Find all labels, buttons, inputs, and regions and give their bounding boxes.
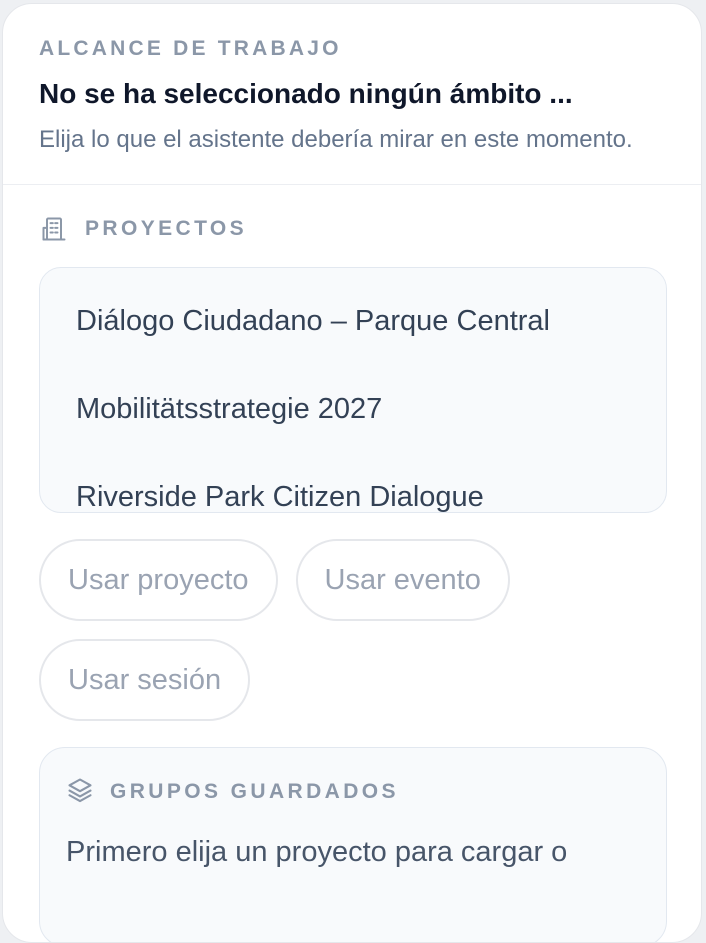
- project-item[interactable]: Mobilitätsstrategie 2027: [76, 391, 382, 427]
- use-session-button[interactable]: Usar sesión: [39, 639, 251, 721]
- scope-actions: Usar proyecto Usar evento Usar sesión: [39, 539, 679, 721]
- projects-header: PROYECTOS: [39, 215, 667, 243]
- saved-groups-hint: Primero elija un proyecto para cargar o: [66, 836, 568, 868]
- projects-section: PROYECTOS Diálogo Ciudadano – Parque Cen…: [3, 185, 701, 942]
- saved-groups-card: GRUPOS GUARDADOS Primero elija un proyec…: [39, 747, 667, 942]
- project-item[interactable]: Diálogo Ciudadano – Parque Central: [76, 303, 550, 339]
- use-event-button[interactable]: Usar evento: [295, 539, 510, 621]
- saved-groups-header: GRUPOS GUARDADOS: [66, 776, 640, 809]
- project-item[interactable]: Riverside Park Citizen Dialogue: [76, 479, 484, 512]
- layers-icon: [66, 776, 94, 809]
- projects-label: PROYECTOS: [85, 217, 248, 240]
- project-list[interactable]: Diálogo Ciudadano – Parque Central Mobil…: [39, 267, 667, 513]
- work-scope-panel: ALCANCE DE TRABAJO No se ha seleccionado…: [2, 3, 702, 943]
- scope-eyebrow: ALCANCE DE TRABAJO: [39, 37, 342, 60]
- use-project-button[interactable]: Usar proyecto: [39, 539, 278, 621]
- scope-header: ALCANCE DE TRABAJO No se ha seleccionado…: [3, 4, 701, 185]
- scope-subtitle: Elija lo que el asistente debería mirar …: [39, 126, 633, 153]
- scope-title: No se ha seleccionado ningún ámbito ...: [39, 78, 573, 109]
- building-icon: [39, 214, 69, 244]
- saved-groups-label: GRUPOS GUARDADOS: [110, 780, 399, 803]
